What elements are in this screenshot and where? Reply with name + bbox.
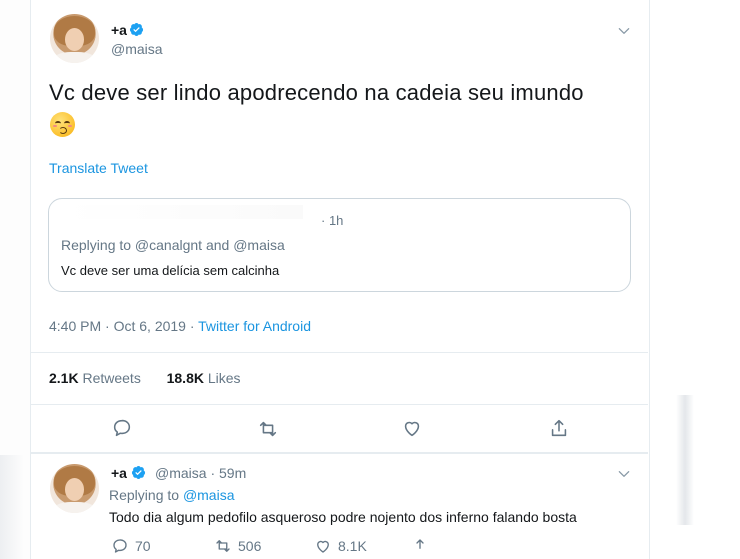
display-name[interactable]: +a <box>111 22 127 38</box>
reply-count: 70 <box>135 538 151 554</box>
quoted-replying-to: Replying to @canalgnt and @maisa <box>61 237 285 253</box>
reply-icon <box>113 539 127 553</box>
share-icon <box>416 539 424 549</box>
replying-to-link[interactable]: @maisa <box>183 487 235 503</box>
divider <box>30 352 648 353</box>
quoted-timestamp: · 1h <box>321 213 344 228</box>
share-icon[interactable] <box>548 417 570 439</box>
divider <box>30 452 648 454</box>
tweet-text: Vc deve ser lindo apodrecendo na cadeia … <box>49 80 584 105</box>
verified-badge-icon <box>129 22 144 37</box>
avatar[interactable] <box>50 14 99 63</box>
retweet-icon[interactable] <box>257 418 279 440</box>
blurred-author <box>63 205 303 219</box>
verified-badge-icon <box>131 465 146 480</box>
reply-text: Todo dia algum pedofilo asqueroso podre … <box>109 509 577 525</box>
translate-tweet-link[interactable]: Translate Tweet <box>49 160 148 176</box>
timestamp[interactable]: 4:40 PM · Oct 6, 2019 · <box>49 318 198 334</box>
background-shadow-left <box>0 455 24 559</box>
reply-display-name[interactable]: +a <box>111 465 127 481</box>
tweet-meta: 4:40 PM · Oct 6, 2019 · Twitter for Andr… <box>49 318 311 334</box>
source-link[interactable]: Twitter for Android <box>198 318 311 334</box>
background-shadow <box>676 395 694 525</box>
reply-replying-to: Replying to @maisa <box>109 487 235 503</box>
like-count: 8.1K <box>338 538 367 554</box>
reply-retweet-action[interactable]: 506 <box>214 537 261 555</box>
reply-icon[interactable] <box>111 417 133 439</box>
reply-reply-action[interactable]: 70 <box>111 537 151 555</box>
quoted-text: Vc deve ser uma delícia sem calcinha <box>61 263 280 278</box>
engagement-stats: 2.1K Retweets 18.8K Likes <box>49 370 241 386</box>
likes-stat[interactable]: 18.8K Likes <box>167 370 241 386</box>
retweet-count: 506 <box>238 538 262 554</box>
chevron-down-icon[interactable] <box>617 467 631 481</box>
reply-avatar[interactable] <box>50 464 99 513</box>
divider <box>30 404 648 405</box>
like-icon <box>317 540 329 553</box>
chevron-down-icon[interactable] <box>617 24 631 38</box>
reply-share-action[interactable] <box>411 537 429 555</box>
quoted-tweet[interactable]: · 1h Replying to @canalgnt and @maisa Vc… <box>48 198 631 292</box>
handle[interactable]: @maisa <box>111 41 163 57</box>
retweets-stat[interactable]: 2.1K Retweets <box>49 370 141 386</box>
reply-handle-time[interactable]: @maisa · 59m <box>155 465 246 481</box>
like-icon[interactable] <box>401 417 423 439</box>
kissing-face-emoji-icon <box>50 112 75 137</box>
reply-like-action[interactable]: 8.1K <box>314 537 367 555</box>
retweet-icon <box>216 540 230 552</box>
right-margin <box>648 0 740 559</box>
